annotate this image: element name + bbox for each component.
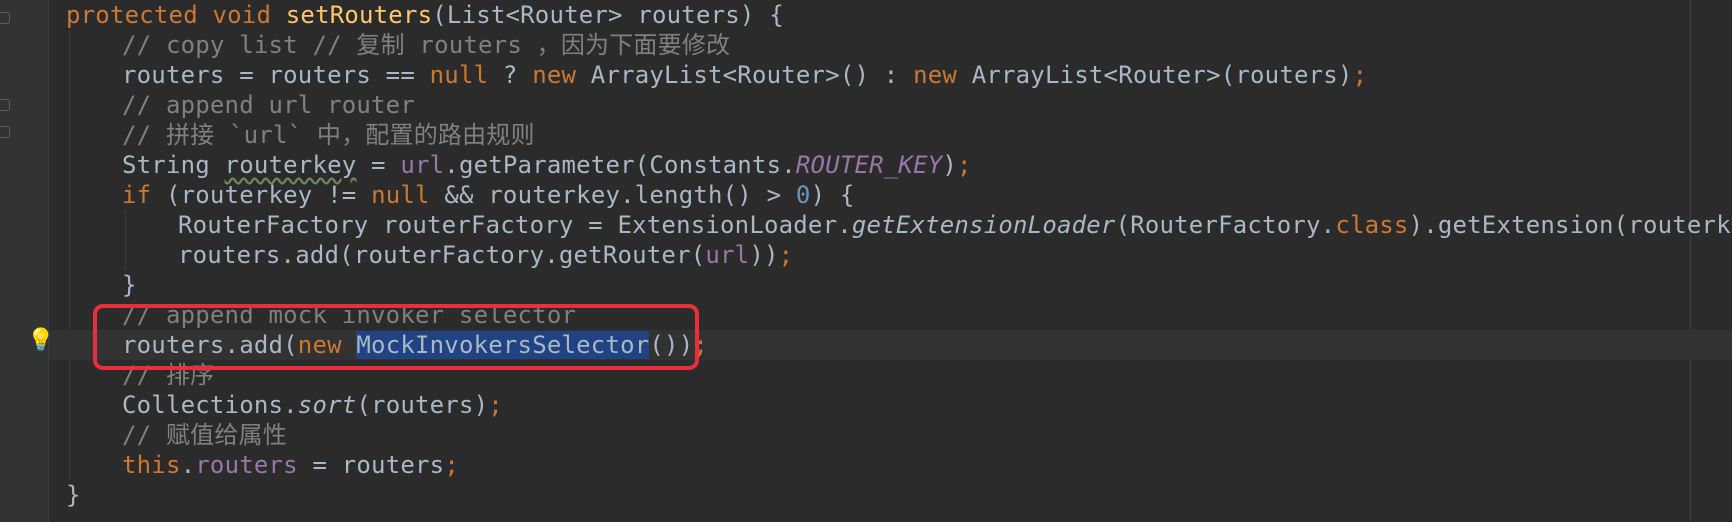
code-line-17[interactable]: } [66,480,1732,510]
number-literal: 0 [795,181,811,209]
keyword: this [122,451,181,479]
fold-marker-icon[interactable] [0,126,10,138]
code-lines[interactable]: protected void setRouters(List<Router> r… [66,0,1732,510]
semicolon: ; [778,241,794,269]
keyword: new [532,61,577,89]
code-text: )) [749,241,779,269]
code-text: ArrayList<Router>() : [576,61,914,89]
closing-brace: } [122,271,137,299]
annotation-highlight-box [93,304,699,370]
code-text: ).getExtension(routerkey) [1408,211,1732,239]
static-method: sort [297,391,357,419]
code-line-14[interactable]: Collections.sort(routers); [66,390,1732,420]
lightbulb-icon[interactable]: 💡 [27,326,54,356]
code-text: Collections. [122,391,298,419]
variable-routerkey: routerkey [224,151,357,179]
code-text: (routerkey != [151,181,372,209]
keyword: class [1335,211,1409,239]
code-line-1[interactable]: protected void setRouters(List<Router> r… [66,0,1732,30]
keyword: protected [66,1,198,29]
code-text: ArrayList<Router>(routers) [957,61,1353,89]
code-line-3[interactable]: routers = routers == null ? new ArrayLis… [66,60,1732,90]
comment: // copy list // 复制 routers ，因为下面要修改 [122,31,731,59]
code-text: (routers) [356,391,489,419]
code-text: = routers [297,451,445,479]
code-text: .getParameter(Constants. [444,151,796,179]
code-text: ) { [810,181,855,209]
fold-marker-icon[interactable] [0,99,10,111]
code-line-5[interactable]: // 拼接 `url` 中，配置的路由规则 [66,120,1732,150]
keyword: new [913,61,958,89]
code-text: ) [942,151,958,179]
code-line-15[interactable]: // 赋值给属性 [66,420,1732,450]
code-text: = [356,151,401,179]
code-line-6[interactable]: String routerkey = url.getParameter(Cons… [66,150,1732,180]
code-line-10[interactable]: } [66,270,1732,300]
field-url: url [705,241,750,269]
code-text: && routerkey.length() > [429,181,796,209]
code-text: . [180,451,196,479]
code-text: ? [488,61,533,89]
code-line-7[interactable]: if (routerkey != null && routerkey.lengt… [66,180,1732,210]
gutter[interactable] [0,0,49,522]
code-text: (RouterFactory. [1115,211,1336,239]
semicolon: ; [957,151,972,179]
code-text: routers.add(routerFactory.getRouter( [178,241,706,269]
constant: ROUTER_KEY [795,151,943,179]
code-line-16[interactable]: this.routers = routers; [66,450,1732,480]
code-text: routers = routers == [122,61,430,89]
static-method: getExtensionLoader [851,211,1116,239]
keyword: null [371,181,430,209]
semicolon: ; [444,451,459,479]
keyword: null [429,61,489,89]
method-name: setRouters [285,1,433,29]
code-line-4[interactable]: // append url router [66,90,1732,120]
closing-brace: } [66,481,81,509]
comment: // append url router [122,91,415,119]
code-text: String [122,151,225,179]
keyword: void [212,1,272,29]
comment: // 赋值给属性 [122,421,287,449]
code-text: (List<Router> routers) { [432,1,784,29]
semicolon: ; [1352,61,1368,89]
code-line-8[interactable]: RouterFactory routerFactory = ExtensionL… [66,210,1732,240]
keyword: if [122,181,152,209]
semicolon: ; [488,391,503,419]
code-line-2[interactable]: // copy list // 复制 routers ，因为下面要修改 [66,30,1732,60]
code-text: RouterFactory routerFactory = ExtensionL… [178,211,852,239]
fold-marker-icon[interactable] [0,12,10,24]
field-routers: routers [195,451,298,479]
field-url: url [400,151,445,179]
code-line-9[interactable]: routers.add(routerFactory.getRouter(url)… [66,240,1732,270]
code-editor[interactable]: 💡 protected void setRouters(List<Router>… [0,0,1732,522]
comment: // 拼接 `url` 中，配置的路由规则 [122,121,535,149]
